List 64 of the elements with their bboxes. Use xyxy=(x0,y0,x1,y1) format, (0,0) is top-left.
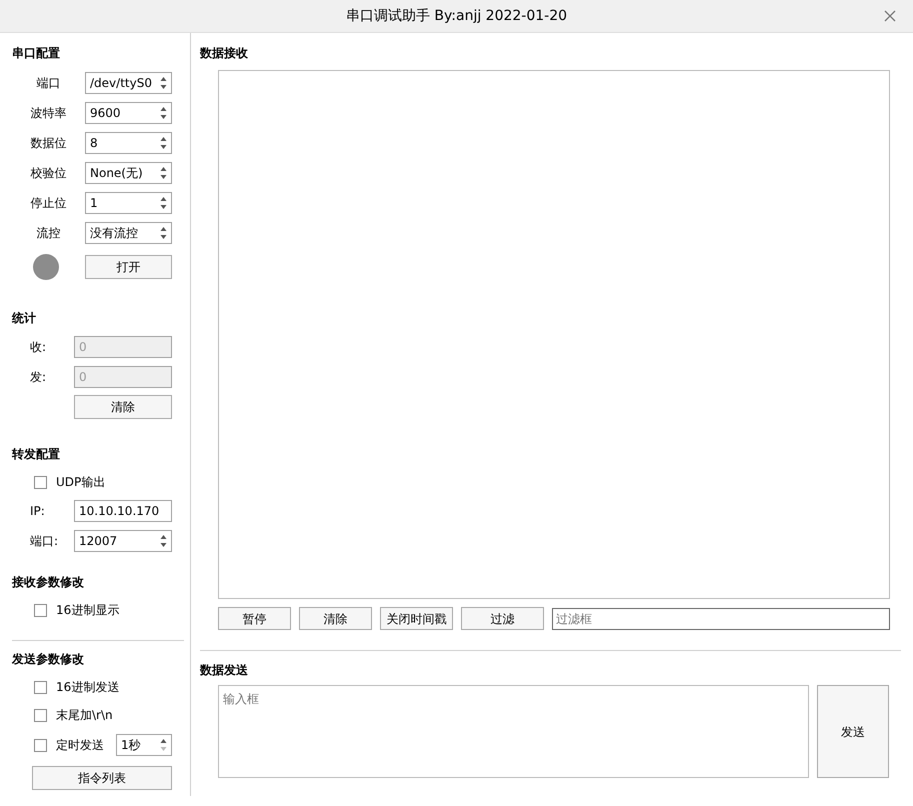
checkbox-label: 末尾加\r\n xyxy=(56,707,113,724)
checkbox[interactable] xyxy=(34,680,47,694)
field-value: 12007 xyxy=(79,533,118,550)
close-icon[interactable] xyxy=(883,9,897,23)
field-value: 1秒 xyxy=(121,737,141,754)
spin-arrows-icon[interactable] xyxy=(160,738,167,752)
spin-arrows-icon[interactable] xyxy=(160,534,167,548)
spin-arrows-icon[interactable] xyxy=(160,106,167,120)
field-label: 校验位 xyxy=(30,165,68,182)
field-label: IP: xyxy=(29,503,46,520)
field-label: 流控 xyxy=(36,225,62,242)
field-label: 收: xyxy=(29,339,48,356)
field-label: 发: xyxy=(29,369,48,386)
field-value: None(无) xyxy=(90,165,143,182)
filter-field[interactable]: 过滤框 xyxy=(552,608,890,630)
field-value: 没有流控 xyxy=(90,225,138,242)
section-heading: 串口配置 xyxy=(12,45,61,62)
window-title: 串口调试助手 By:anjj 2022-01-20 xyxy=(346,7,568,26)
combo-box[interactable]: /dev/ttyS0 xyxy=(85,72,172,94)
field-value: /dev/ttyS0 xyxy=(90,75,152,92)
field-value: 9600 xyxy=(90,105,121,122)
send-button[interactable]: 发送 xyxy=(817,685,889,778)
open-button[interactable]: 打开 xyxy=(85,255,172,279)
field-label: 数据位 xyxy=(30,135,68,152)
spin-arrows-icon[interactable] xyxy=(160,196,167,210)
section-heading: 统计 xyxy=(12,310,37,327)
checkbox[interactable] xyxy=(34,476,47,488)
checkbox[interactable] xyxy=(34,604,47,616)
toolbar-button[interactable]: 清除 xyxy=(299,607,372,630)
ip-field[interactable]: 10.10.10.170 xyxy=(74,500,172,522)
checkbox-label: 16进制发送 xyxy=(56,679,120,696)
field-label: 停止位 xyxy=(30,195,68,212)
combo-box[interactable]: 没有流控 xyxy=(85,222,172,244)
toolbar-button[interactable]: 关闭时间戳 xyxy=(380,607,453,630)
section-heading: 发送参数修改 xyxy=(12,651,85,668)
spin-arrows-icon[interactable] xyxy=(160,136,167,150)
toolbar-button[interactable]: 暂停 xyxy=(218,607,291,630)
combo-box[interactable]: 9600 xyxy=(85,102,172,124)
section-heading: 转发配置 xyxy=(12,446,61,463)
command-list-button[interactable]: 指令列表 xyxy=(32,766,172,790)
field-value: 1 xyxy=(90,195,98,212)
clear-button[interactable]: 清除 xyxy=(74,395,172,419)
combo-box[interactable]: None(无) xyxy=(85,162,172,184)
spin-arrows-icon[interactable] xyxy=(160,76,167,90)
interval-spinbox[interactable]: 1秒 xyxy=(116,734,172,756)
toolbar-button[interactable]: 过滤 xyxy=(461,607,544,630)
port-spinbox[interactable]: 12007 xyxy=(74,530,172,552)
section-heading: 接收参数修改 xyxy=(12,574,85,591)
spin-arrows-icon[interactable] xyxy=(160,226,167,240)
field-label: 波特率 xyxy=(30,105,68,122)
checkbox-label: 16进制显示 xyxy=(56,602,120,619)
combo-box[interactable]: 8 xyxy=(85,132,172,154)
checkbox[interactable] xyxy=(34,708,47,722)
section-heading: 数据接收 xyxy=(200,45,249,62)
checkbox-label: UDP输出 xyxy=(56,474,106,491)
spin-arrows-icon[interactable] xyxy=(160,166,167,180)
section-heading: 数据发送 xyxy=(200,662,249,679)
combo-box[interactable]: 1 xyxy=(85,192,172,214)
field-label: 端口: xyxy=(29,533,60,550)
field-value: 8 xyxy=(90,135,98,152)
checkbox[interactable] xyxy=(34,738,47,752)
checkbox-label: 定时发送 xyxy=(56,737,104,754)
field-label: 端口 xyxy=(36,75,62,92)
send-input-area[interactable]: 输入框 xyxy=(218,685,809,778)
